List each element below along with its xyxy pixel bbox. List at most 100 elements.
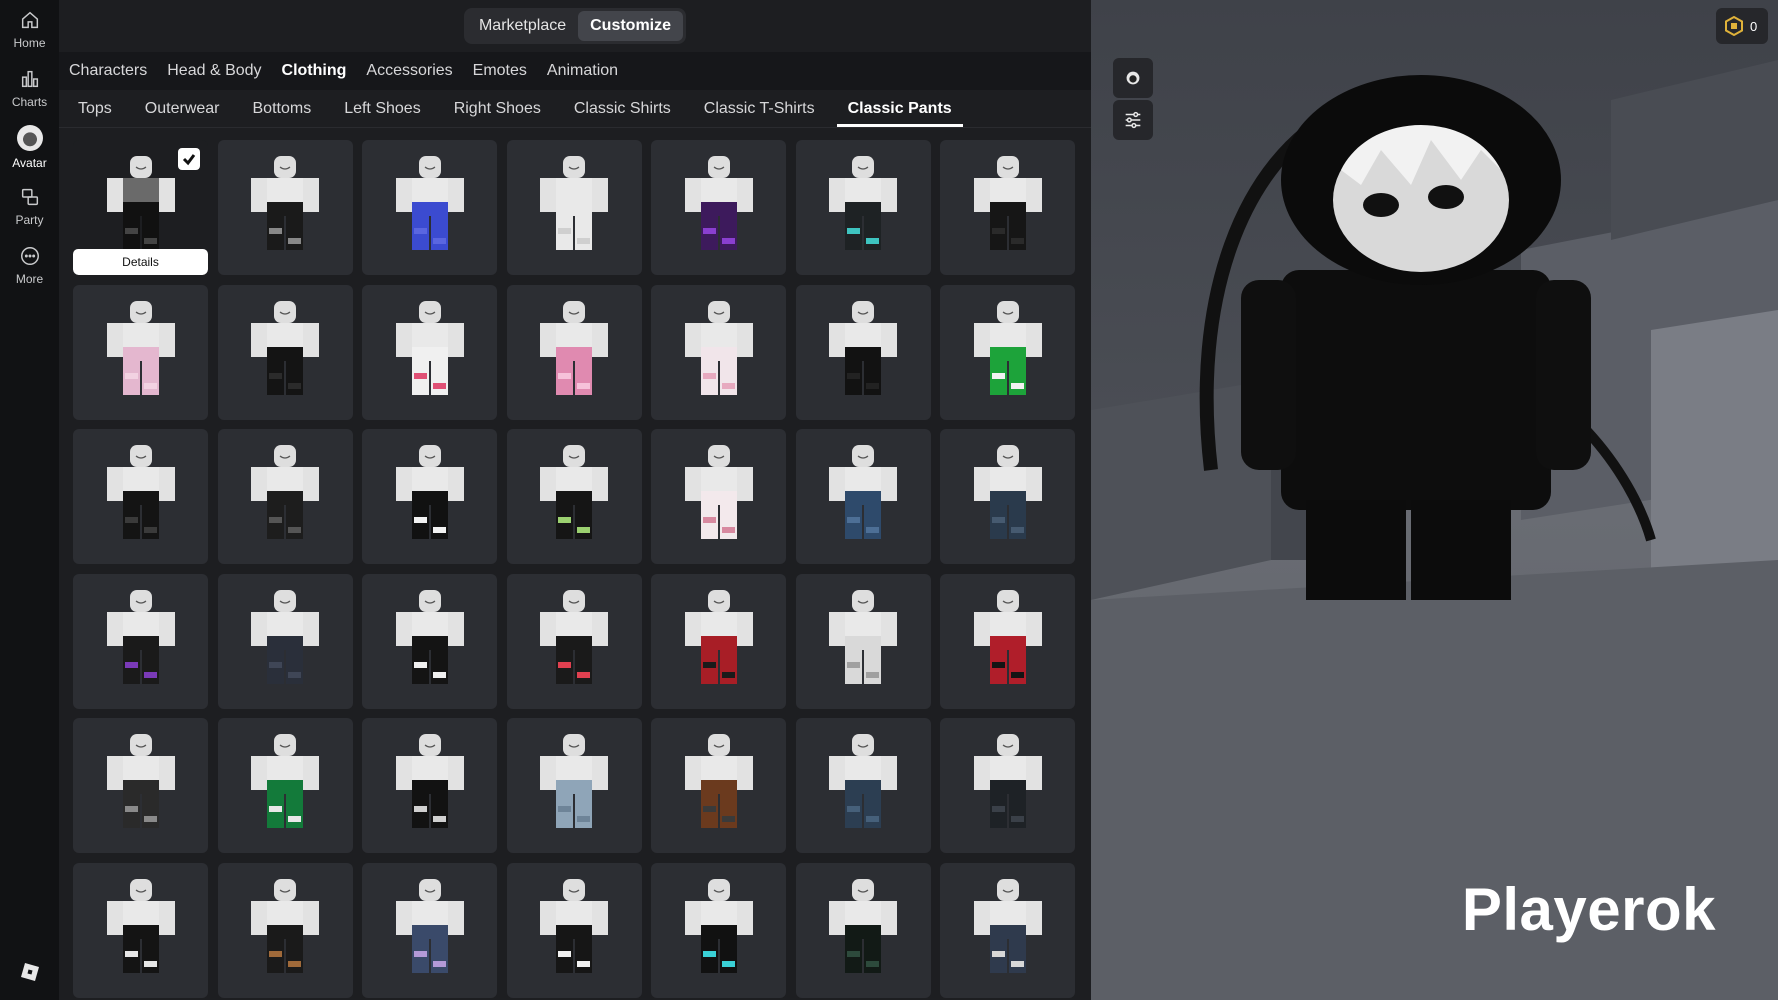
item-card[interactable] bbox=[795, 429, 931, 564]
avatar-thumbnail bbox=[829, 445, 897, 539]
avatar-thumbnail bbox=[684, 300, 753, 395]
subtab-tops[interactable]: Tops bbox=[78, 90, 112, 127]
item-card[interactable] bbox=[217, 140, 353, 275]
avatar-head-icon bbox=[1126, 71, 1140, 85]
category-accessories[interactable]: Accessories bbox=[366, 62, 452, 80]
checkmark-icon bbox=[182, 154, 196, 166]
subtab-classic-tshirts[interactable]: Classic T-Shirts bbox=[704, 90, 815, 127]
category-characters[interactable]: Characters bbox=[69, 62, 147, 80]
avatar-thumbnail bbox=[106, 589, 175, 684]
item-card[interactable] bbox=[73, 284, 208, 420]
subtab-classic-pants[interactable]: Classic Pants bbox=[836, 90, 963, 127]
subtab-outerwear[interactable]: Outerwear bbox=[145, 90, 220, 127]
avatar-thumbnail bbox=[829, 878, 897, 973]
subcategory-tabs: Tops Outerwear Bottoms Left Shoes Right … bbox=[59, 90, 1091, 128]
item-card[interactable] bbox=[940, 140, 1075, 275]
item-card[interactable] bbox=[506, 429, 642, 564]
roblox-logo-icon[interactable] bbox=[20, 962, 40, 982]
equipped-checkbox[interactable] bbox=[178, 148, 200, 170]
avatar-thumbnail bbox=[106, 878, 175, 973]
nav-more[interactable]: More bbox=[0, 236, 59, 295]
item-card[interactable] bbox=[73, 862, 208, 998]
sliders-icon bbox=[1125, 111, 1141, 129]
avatar-thumbnail bbox=[395, 445, 464, 539]
avatar-thumbnail bbox=[251, 445, 319, 539]
category-clothing[interactable]: Clothing bbox=[282, 62, 347, 80]
details-button[interactable]: Details bbox=[73, 249, 208, 275]
item-card[interactable] bbox=[506, 718, 642, 853]
avatar-thumbnail bbox=[829, 300, 897, 395]
item-card[interactable] bbox=[217, 862, 353, 998]
item-card[interactable] bbox=[940, 573, 1075, 709]
head-view-button[interactable] bbox=[1113, 58, 1153, 98]
subtab-right-shoes[interactable]: Right Shoes bbox=[454, 90, 541, 127]
item-card[interactable] bbox=[362, 140, 497, 275]
avatar-thumbnail bbox=[540, 878, 608, 973]
item-card[interactable] bbox=[795, 573, 931, 709]
item-card[interactable] bbox=[217, 284, 353, 420]
nav-more-label: More bbox=[15, 272, 44, 286]
nav-avatar[interactable]: Avatar bbox=[0, 118, 59, 177]
item-card[interactable] bbox=[73, 718, 208, 853]
item-card[interactable] bbox=[362, 284, 497, 420]
item-card[interactable] bbox=[73, 429, 208, 564]
subtab-bottoms[interactable]: Bottoms bbox=[253, 90, 312, 127]
subtab-left-shoes[interactable]: Left Shoes bbox=[344, 90, 421, 127]
category-animation[interactable]: Animation bbox=[547, 62, 618, 80]
avatar-icon bbox=[16, 125, 43, 151]
item-card[interactable] bbox=[217, 718, 353, 853]
avatar-preview[interactable]: 0 Playerok bbox=[1091, 0, 1778, 1000]
nav-home[interactable]: Home bbox=[0, 0, 59, 59]
subtab-classic-shirts[interactable]: Classic Shirts bbox=[574, 90, 671, 127]
item-card[interactable] bbox=[506, 862, 642, 998]
avatar-thumbnail bbox=[540, 156, 608, 250]
item-card[interactable] bbox=[73, 573, 208, 709]
category-head-body[interactable]: Head & Body bbox=[167, 62, 261, 80]
item-card[interactable] bbox=[651, 429, 786, 564]
item-card[interactable] bbox=[795, 140, 931, 275]
item-card[interactable]: Details bbox=[73, 140, 208, 275]
tab-customize[interactable]: Customize bbox=[578, 11, 684, 41]
item-card[interactable] bbox=[940, 429, 1075, 564]
item-card[interactable] bbox=[362, 429, 497, 564]
avatar-thumbnail bbox=[395, 156, 464, 250]
item-card[interactable] bbox=[651, 140, 786, 275]
avatar-thumbnail bbox=[540, 589, 608, 684]
item-card[interactable] bbox=[795, 718, 931, 853]
nav-party[interactable]: Party bbox=[0, 177, 59, 236]
avatar-thumbnail bbox=[829, 589, 897, 684]
item-card[interactable] bbox=[362, 862, 497, 998]
item-card[interactable] bbox=[940, 862, 1075, 998]
avatar-figure bbox=[1199, 75, 1656, 600]
item-card[interactable] bbox=[362, 718, 497, 853]
robux-icon bbox=[1725, 16, 1743, 36]
item-card[interactable] bbox=[651, 862, 786, 998]
item-card[interactable] bbox=[506, 284, 642, 420]
item-card[interactable] bbox=[362, 573, 497, 709]
robux-balance[interactable]: 0 bbox=[1716, 8, 1768, 44]
item-card[interactable] bbox=[506, 140, 642, 275]
nav-charts-label: Charts bbox=[11, 95, 48, 109]
category-emotes[interactable]: Emotes bbox=[473, 62, 527, 80]
charts-icon bbox=[21, 70, 38, 88]
item-card[interactable] bbox=[651, 573, 786, 709]
nav-charts[interactable]: Charts bbox=[0, 59, 59, 118]
item-card[interactable] bbox=[795, 862, 931, 998]
category-tabs: Characters Head & Body Clothing Accessor… bbox=[59, 52, 1091, 90]
item-card[interactable] bbox=[940, 718, 1075, 853]
item-card[interactable] bbox=[940, 284, 1075, 420]
item-card[interactable] bbox=[217, 429, 353, 564]
item-card[interactable] bbox=[651, 284, 786, 420]
item-card[interactable] bbox=[651, 718, 786, 853]
tab-marketplace[interactable]: Marketplace bbox=[467, 11, 578, 41]
avatar-thumbnail bbox=[684, 156, 753, 250]
settings-sliders-button[interactable] bbox=[1113, 100, 1153, 140]
avatar-thumbnail bbox=[251, 734, 319, 828]
item-card[interactable] bbox=[795, 284, 931, 420]
nav-avatar-label: Avatar bbox=[12, 156, 47, 170]
avatar-thumbnail bbox=[973, 445, 1042, 539]
item-card[interactable] bbox=[217, 573, 353, 709]
avatar-thumbnail bbox=[395, 589, 464, 684]
item-card[interactable] bbox=[506, 573, 642, 709]
avatar-username: Playerok bbox=[1461, 876, 1716, 943]
